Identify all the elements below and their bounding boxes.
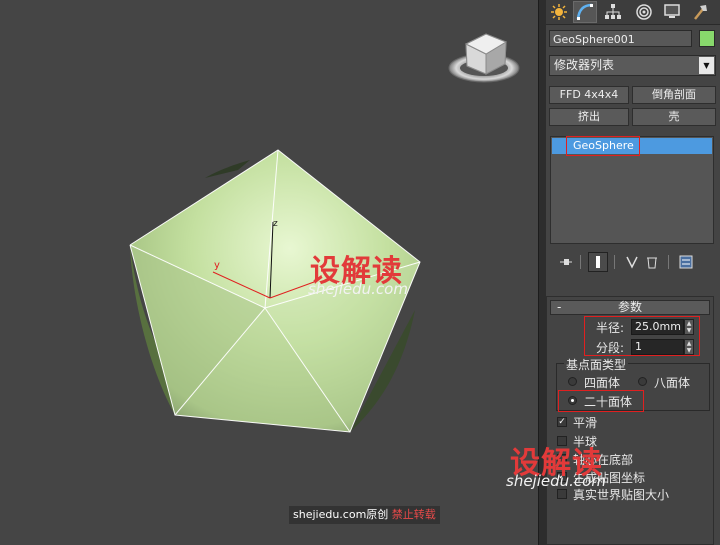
tetra-label: 四面体 xyxy=(584,376,621,390)
command-panel-tabs xyxy=(546,0,720,25)
base-type-title: 基点面类型 xyxy=(564,356,629,373)
rollout-title: 参数 xyxy=(617,300,642,314)
bevel-profile-button[interactable]: 倒角剖面 xyxy=(632,86,716,104)
gen-map-checkbox[interactable]: ✓ xyxy=(557,472,567,482)
axis-z-label: z xyxy=(273,219,278,229)
pin-stack-icon[interactable] xyxy=(556,252,576,272)
credit-banner: shejiedu.com原创 禁止转载 xyxy=(289,506,440,524)
credit-note: 禁止转载 xyxy=(391,508,436,521)
viewcube[interactable] xyxy=(448,33,520,83)
toolbar-divider xyxy=(580,255,581,269)
chevron-down-icon[interactable]: ▼ xyxy=(699,57,714,74)
base-to-pivot-checkbox[interactable] xyxy=(557,454,567,464)
remove-modifier-icon[interactable] xyxy=(642,252,662,272)
ffd-button[interactable]: FFD 4x4x4 xyxy=(549,86,629,104)
object-color-swatch[interactable] xyxy=(699,30,715,47)
create-icon[interactable] xyxy=(547,1,571,23)
display-icon[interactable] xyxy=(660,1,684,23)
max-window: z y 设解读 shejiedu.com shejiedu.com原创 禁止转载 xyxy=(0,0,720,545)
collapse-toggle[interactable]: - xyxy=(557,301,561,314)
annotation-box xyxy=(584,316,700,356)
command-panel: GeoSphere001 修改器列表 ▼ FFD 4x4x4 倒角剖面 挤出 壳… xyxy=(546,0,720,545)
hierarchy-icon[interactable] xyxy=(601,1,625,23)
tetra-radio[interactable] xyxy=(568,377,577,386)
octa-label: 八面体 xyxy=(654,376,691,390)
hemisphere-checkbox[interactable] xyxy=(557,436,567,446)
object-name-field[interactable]: GeoSphere001 xyxy=(549,30,692,47)
real-world-label: 真实世界贴图大小 xyxy=(573,488,670,502)
motion-icon[interactable] xyxy=(632,1,656,23)
toolbar-divider xyxy=(668,255,669,269)
rollout-header[interactable]: - 参数 xyxy=(550,300,710,315)
configure-sets-icon[interactable] xyxy=(676,252,696,272)
octa-radio[interactable] xyxy=(638,377,647,386)
stack-toolbar xyxy=(550,252,716,272)
base-to-pivot-label: 轴心在底部 xyxy=(573,453,634,467)
toolbar-divider xyxy=(614,255,615,269)
hemisphere-label: 半球 xyxy=(573,435,598,449)
geosphere-object[interactable] xyxy=(129,149,421,433)
modify-icon[interactable] xyxy=(573,1,597,23)
extrude-button[interactable]: 挤出 xyxy=(549,108,629,126)
credit-site: shejiedu.com原创 xyxy=(293,508,389,521)
show-end-result-icon[interactable] xyxy=(588,252,608,272)
gen-map-label: 生成贴图坐标 xyxy=(573,471,646,485)
modifier-list-dropdown[interactable]: 修改器列表 ▼ xyxy=(549,55,716,76)
perspective-viewport[interactable]: z y 设解读 shejiedu.com shejiedu.com原创 禁止转载 xyxy=(0,0,538,545)
smooth-label: 平滑 xyxy=(573,416,598,430)
utilities-icon[interactable] xyxy=(688,1,712,23)
axis-y-label: y xyxy=(214,260,220,271)
modifier-list-label: 修改器列表 xyxy=(554,58,615,72)
annotation-box xyxy=(558,390,644,412)
real-world-checkbox[interactable] xyxy=(557,489,567,499)
make-unique-icon[interactable] xyxy=(622,252,642,272)
modifier-stack[interactable]: GeoSphere xyxy=(550,136,714,244)
shell-button[interactable]: 壳 xyxy=(632,108,716,126)
viewport-scene: z y xyxy=(129,33,520,433)
annotation-box xyxy=(566,136,640,156)
smooth-checkbox[interactable]: ✓ xyxy=(557,417,567,427)
